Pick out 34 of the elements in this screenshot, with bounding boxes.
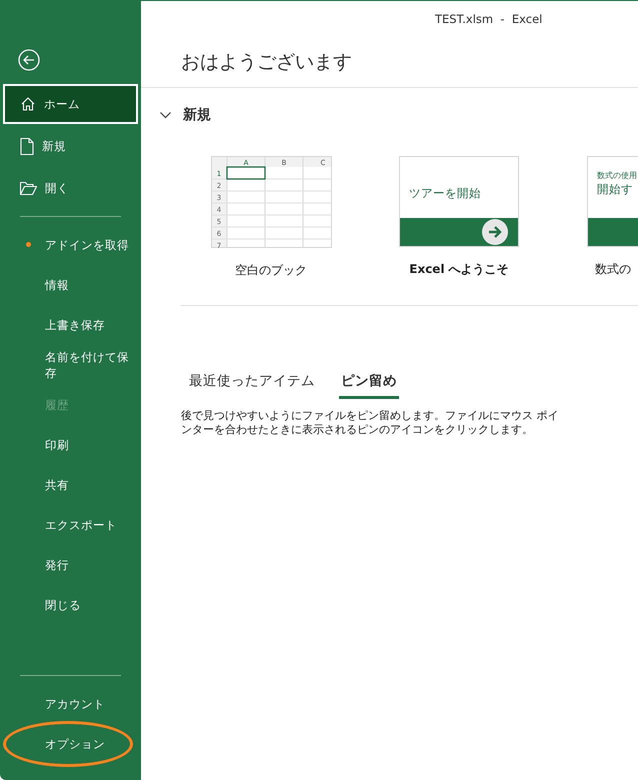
sidebar-item[interactable]: 情報 [0, 265, 141, 305]
chevron-icon[interactable] [160, 112, 171, 118]
description-text: 後で見つけやすいようにファイルをピン留めします。ファイルにマウス ポインターを合わせたときに表示されるピンのアイコンをクリックします。 [181, 409, 560, 437]
sidebar-item[interactable]: 開く [0, 168, 141, 208]
window-title: TEST.xlsm - Excel [435, 12, 542, 26]
greeting-heading: おはようございます [181, 50, 353, 75]
sidebar-item[interactable]: 名前を付けて保存 [0, 345, 141, 385]
template-label: 空白のブック [235, 262, 307, 279]
sidebar-item[interactable]: 共有 [0, 465, 141, 505]
thumbnail-heading: 開始す [597, 182, 633, 197]
sidebar-item[interactable]: 上書き保存 [0, 305, 141, 345]
template-label: Excel へようこそ [409, 261, 509, 278]
sidebar-item[interactable]: アドインを取得 [0, 225, 141, 265]
selected-cell [226, 166, 266, 180]
document-icon [20, 138, 34, 154]
sidebar-item[interactable]: 新規 [0, 126, 141, 166]
sidebar-item[interactable]: 発行 [0, 545, 141, 585]
template-thumbnail[interactable]: 数式の使用 開始す [587, 156, 638, 247]
sidebar-item[interactable]: オプション [6, 724, 130, 764]
home-icon [20, 96, 36, 112]
folder-icon [20, 182, 37, 194]
thumbnail-subtitle: 数式の使用 [597, 170, 637, 181]
template-label: 数式の [595, 261, 631, 278]
sidebar-item[interactable]: エクスポート [0, 505, 141, 545]
sidebar-item[interactable]: 閉じる [0, 585, 141, 625]
template-thumbnail[interactable]: ツアーを開始 [399, 156, 519, 247]
thumbnail-heading: ツアーを開始 [409, 186, 481, 201]
section-title: 新規 [183, 106, 211, 124]
sidebar-item[interactable]: ホーム [3, 84, 138, 124]
back-icon[interactable] [18, 49, 40, 71]
tab[interactable]: ピン留め [339, 368, 399, 399]
sidebar-item[interactable]: アカウント [0, 684, 141, 724]
tab[interactable]: 最近使ったアイテム [187, 368, 317, 399]
sidebar-item[interactable]: 印刷 [0, 425, 141, 465]
